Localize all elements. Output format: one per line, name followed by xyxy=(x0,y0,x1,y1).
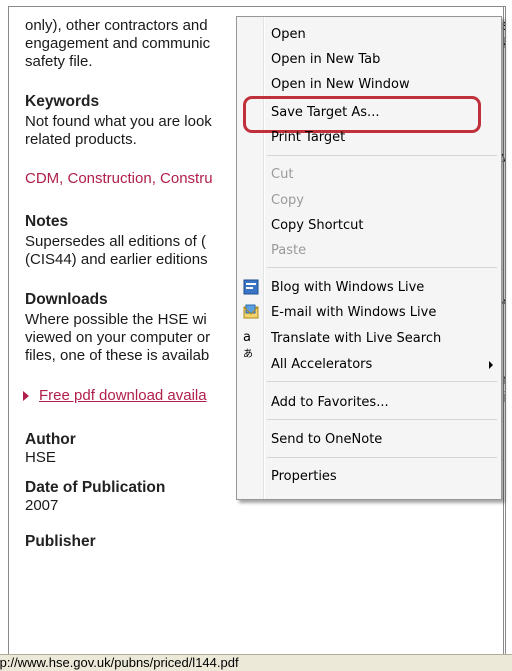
menu-item-email-windows-live[interactable]: E-mail with Windows Live xyxy=(271,305,436,320)
menu-item-print-target[interactable]: Print Target xyxy=(271,130,345,145)
keyword-links[interactable]: CDM, Construction, Constru xyxy=(25,170,213,188)
menu-gutter-highlight xyxy=(264,17,265,499)
date-value: 2007 xyxy=(25,497,59,514)
keywords-heading: Keywords xyxy=(25,93,100,110)
author-value: HSE xyxy=(25,449,56,466)
body-text-line: files, one of these is availab xyxy=(25,347,210,364)
body-text-line: related products. xyxy=(25,131,137,148)
body-text-line: Not found what you are look xyxy=(25,113,212,130)
blog-live-icon xyxy=(243,279,259,295)
body-text-line: (CIS44) and earlier editions xyxy=(25,251,208,268)
pdf-download-link[interactable]: Free pdf download availa xyxy=(39,387,207,404)
menu-item-copy: Copy xyxy=(271,193,304,208)
body-text-line: Where possible the HSE wi xyxy=(25,311,207,328)
menu-item-cut: Cut xyxy=(271,167,294,182)
author-heading: Author xyxy=(25,431,76,448)
menu-item-open-new-window[interactable]: Open in New Window xyxy=(271,77,410,92)
menu-separator xyxy=(267,457,497,458)
downloads-heading: Downloads xyxy=(25,291,108,308)
email-live-icon xyxy=(243,304,259,320)
menu-separator xyxy=(267,267,497,268)
translate-icon: aあ xyxy=(243,330,253,360)
menu-item-blog-windows-live[interactable]: Blog with Windows Live xyxy=(271,280,424,295)
menu-separator xyxy=(267,155,497,156)
date-heading: Date of Publication xyxy=(25,479,166,496)
menu-item-copy-shortcut[interactable]: Copy Shortcut xyxy=(271,218,363,233)
save-target-highlight xyxy=(243,96,481,133)
pdf-download-row[interactable]: Free pdf download availa xyxy=(23,387,207,405)
menu-item-paste: Paste xyxy=(271,243,307,258)
status-bar: tp://www.hse.gov.uk/pubns/priced/l144.pd… xyxy=(0,654,512,671)
menu-item-translate-live-search[interactable]: Translate with Live Search xyxy=(271,331,441,346)
menu-separator xyxy=(267,419,497,420)
body-text-line: only), other contractors and xyxy=(25,17,208,34)
notes-heading: Notes xyxy=(25,213,69,230)
publisher-heading: Publisher xyxy=(25,533,96,550)
menu-item-add-to-favorites[interactable]: Add to Favorites... xyxy=(271,395,389,410)
body-text-line: viewed on your computer or xyxy=(25,329,211,346)
bullet-arrow-icon xyxy=(23,391,29,402)
menu-item-open-new-tab[interactable]: Open in New Tab xyxy=(271,52,380,67)
body-text-line: Supersedes all editions of ( xyxy=(25,233,206,250)
submenu-arrow-icon xyxy=(489,361,493,369)
body-text-line: safety file. xyxy=(25,53,93,70)
menu-item-properties[interactable]: Properties xyxy=(271,469,337,484)
context-menu: Open Open in New Tab Open in New Window … xyxy=(236,16,502,500)
frame-border xyxy=(503,6,504,654)
menu-item-send-to-onenote[interactable]: Send to OneNote xyxy=(271,432,382,447)
status-url: tp://www.hse.gov.uk/pubns/priced/l144.pd… xyxy=(0,655,239,670)
menu-item-open[interactable]: Open xyxy=(271,27,306,42)
menu-item-all-accelerators[interactable]: All Accelerators xyxy=(271,357,372,372)
menu-separator xyxy=(267,381,497,382)
body-text-line: engagement and communic xyxy=(25,35,211,52)
